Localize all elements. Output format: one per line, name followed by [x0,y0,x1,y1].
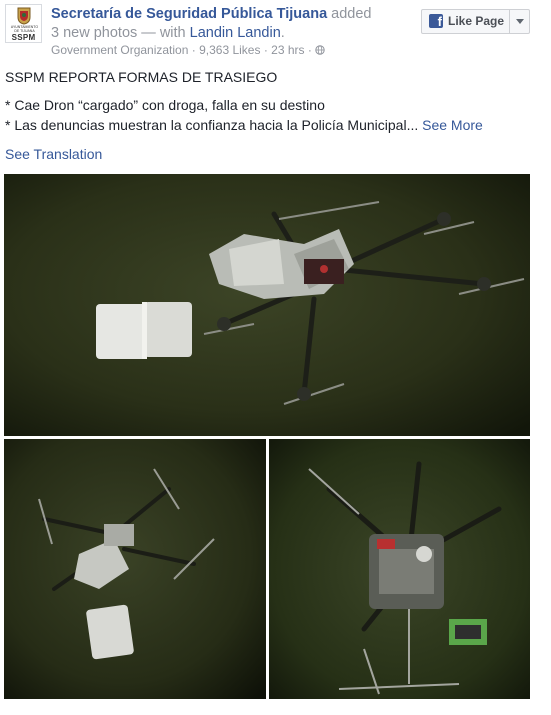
meta-separator: · [263,43,268,57]
post-line-2-text: * Las denuncias muestran la confianza ha… [5,117,419,133]
post-line-1: * Cae Dron “cargado” con droga, falla en… [5,97,325,113]
post-meta: Government Organization · 9,363 Likes · … [51,43,325,57]
meta-separator: · [191,43,196,57]
post-line-2: * Las denuncias muestran la confianza ha… [5,117,483,133]
drone-photo-image [269,439,530,699]
meta-separator: · [307,43,312,57]
avatar-label: SSPM [11,33,36,42]
crest-icon [17,7,31,25]
page-category: Government Organization [51,43,189,57]
photo-drone-main[interactable] [4,174,530,436]
photo-drone-right[interactable] [269,439,530,699]
post-time[interactable]: 23 hrs [271,43,304,57]
post-header: Secretaría de Seguridad Pública Tijuana … [51,5,381,43]
page-name-link[interactable]: Secretaría de Seguridad Pública Tijuana [51,6,327,22]
tagged-suffix: . [280,25,285,41]
like-page-label: Like Page [448,14,505,28]
post-title: SSPM REPORTA FORMAS DE TRASIEGO [5,69,278,85]
avatar-small-text: AYUNTAMIENTO DE TIJUANA [10,25,39,33]
page-likes: 9,363 Likes [199,43,261,57]
like-page-button[interactable]: f Like Page [422,10,509,33]
facebook-post: AYUNTAMIENTO DE TIJUANA SSPM Secretaría … [0,0,551,715]
tagged-user-link[interactable]: Landin Landin [190,25,281,41]
facebook-f-icon: f [429,14,443,28]
drone-photo-image [4,439,266,699]
drone-photo-image [4,174,530,436]
like-page-control: f Like Page [421,9,530,34]
globe-icon[interactable] [315,45,325,55]
photo-drone-left[interactable] [4,439,266,699]
see-more-link[interactable]: See More [422,117,483,133]
page-avatar[interactable]: AYUNTAMIENTO DE TIJUANA SSPM [5,4,42,43]
caret-down-icon[interactable] [510,10,530,33]
see-translation-link[interactable]: See Translation [5,146,102,162]
